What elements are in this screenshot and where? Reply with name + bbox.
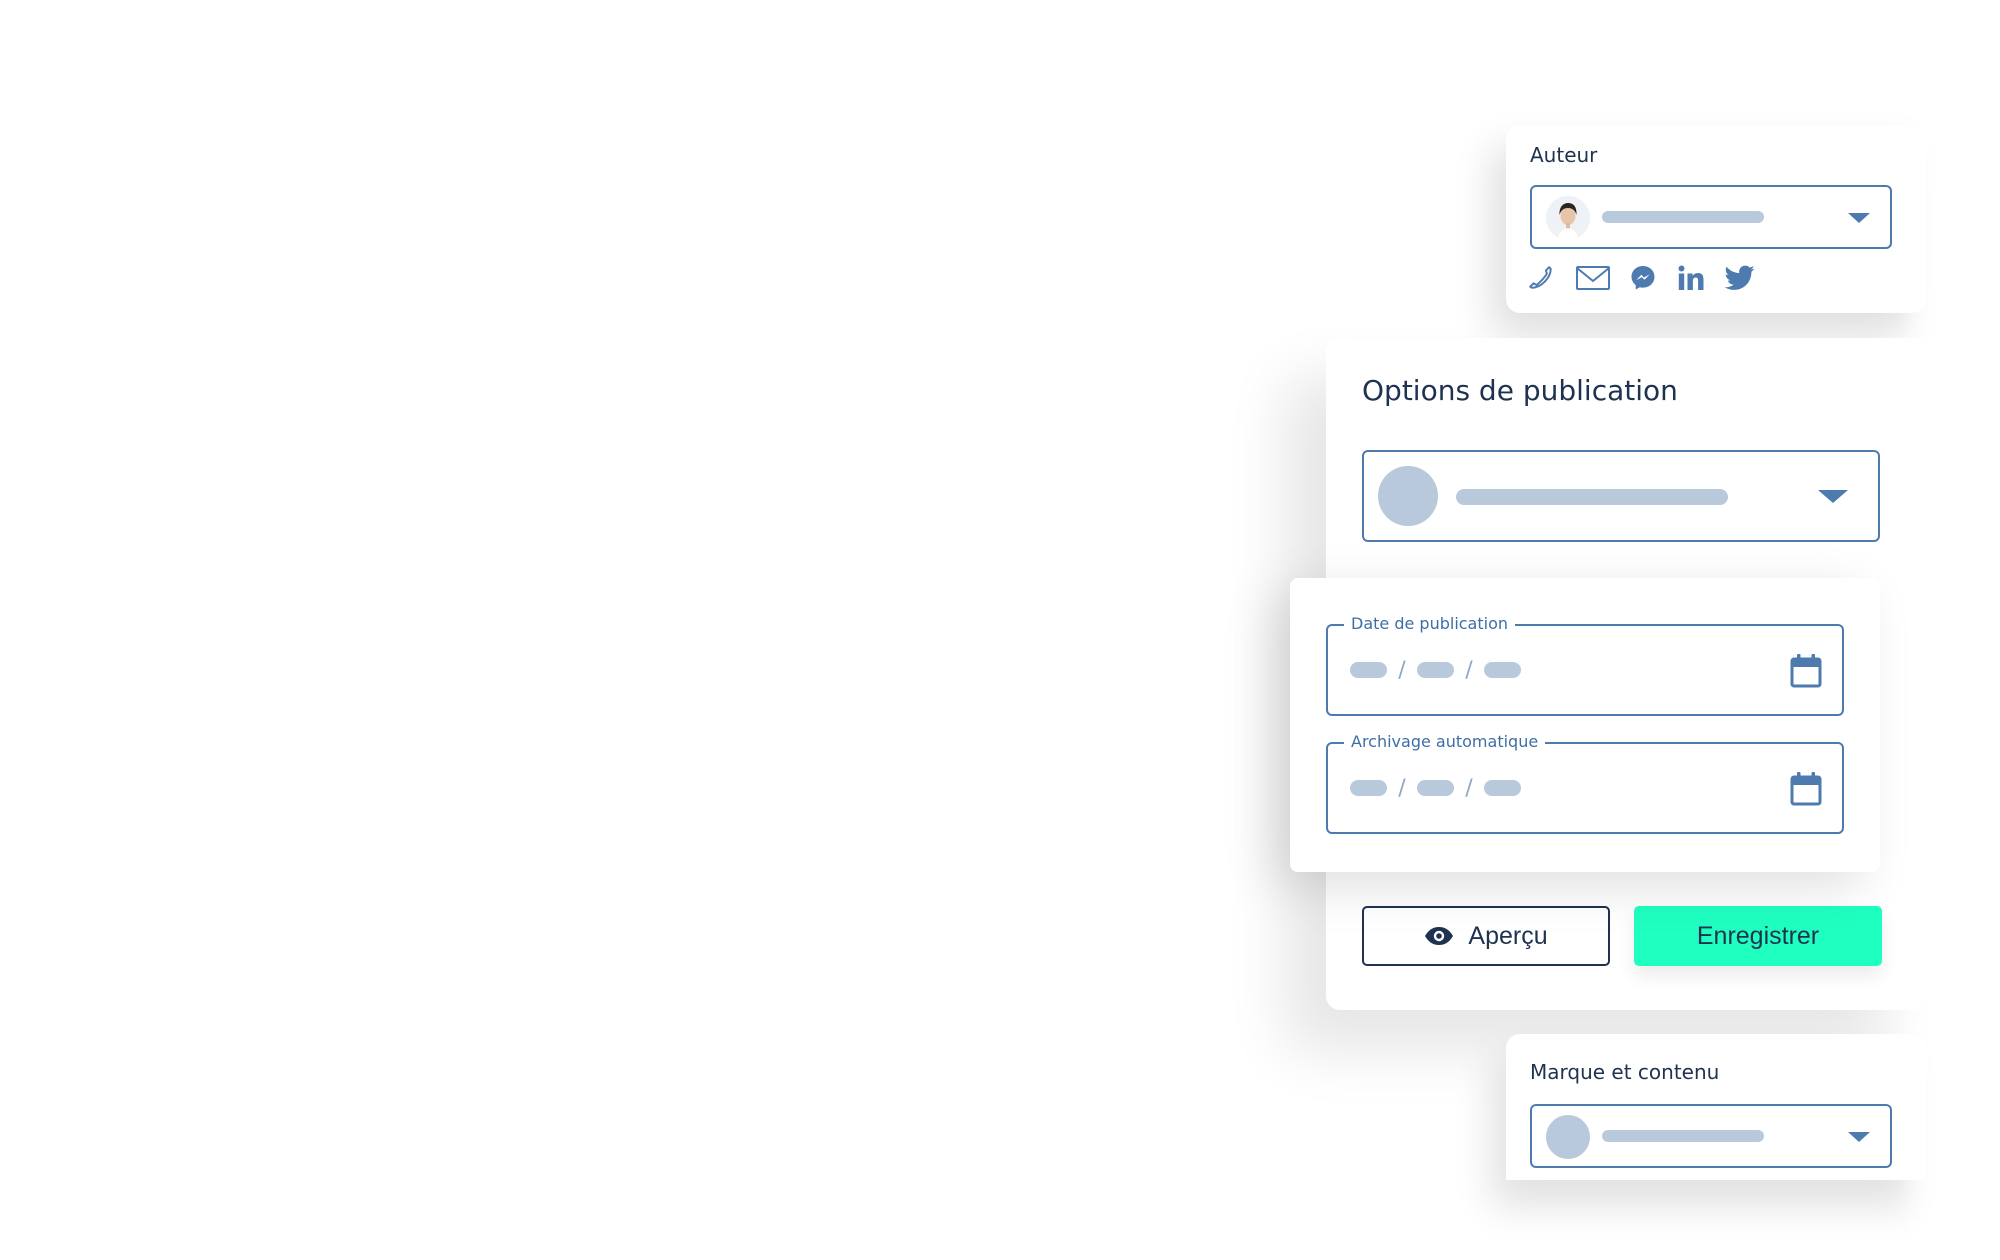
date-separator: / xyxy=(1398,775,1406,801)
edge-fade xyxy=(1900,0,2000,1260)
date-separator: / xyxy=(1398,657,1406,683)
publication-channel-select[interactable] xyxy=(1362,450,1880,542)
author-socials xyxy=(1528,261,1756,295)
channel-avatar-placeholder xyxy=(1378,466,1438,526)
author-name-placeholder xyxy=(1602,211,1764,223)
save-button-label: Enregistrer xyxy=(1696,921,1820,950)
mail-icon[interactable] xyxy=(1576,261,1610,295)
publication-date-field[interactable]: Date de publication / / xyxy=(1326,614,1844,716)
day-placeholder xyxy=(1350,662,1387,678)
save-button[interactable]: Enregistrer xyxy=(1634,906,1882,966)
page-title: Options de publication xyxy=(1362,374,1678,407)
eye-icon xyxy=(1424,926,1454,946)
brand-content-card: Marque et contenu xyxy=(1506,1034,1926,1180)
author-avatar xyxy=(1546,196,1590,240)
day-placeholder xyxy=(1350,780,1387,796)
preview-button-label: Aperçu xyxy=(1468,921,1548,950)
year-placeholder xyxy=(1484,662,1521,678)
date-separator: / xyxy=(1465,657,1473,683)
twitter-icon[interactable] xyxy=(1724,261,1756,295)
auto-archive-label: Archivage automatique xyxy=(1344,732,1546,752)
channel-name-placeholder xyxy=(1456,489,1728,505)
linkedin-icon[interactable] xyxy=(1676,261,1706,295)
messenger-icon[interactable] xyxy=(1628,261,1658,295)
brand-content-select[interactable] xyxy=(1530,1104,1892,1168)
chevron-down-icon xyxy=(1848,1132,1870,1142)
author-label: Auteur xyxy=(1530,143,1598,167)
brand-avatar-placeholder xyxy=(1546,1115,1590,1159)
stage: Auteur Options de publication Date de pu… xyxy=(0,0,2000,1260)
month-placeholder xyxy=(1417,780,1454,796)
date-separator: / xyxy=(1465,775,1473,801)
phone-icon[interactable] xyxy=(1528,261,1558,295)
author-select[interactable] xyxy=(1530,185,1892,249)
chevron-down-icon xyxy=(1818,490,1848,503)
calendar-icon[interactable] xyxy=(1790,772,1822,806)
brand-content-label: Marque et contenu xyxy=(1530,1060,1720,1084)
month-placeholder xyxy=(1417,662,1454,678)
author-card: Auteur xyxy=(1506,125,1926,313)
calendar-icon[interactable] xyxy=(1790,654,1822,688)
auto-archive-field[interactable]: Archivage automatique / / xyxy=(1326,732,1844,834)
chevron-down-icon xyxy=(1848,213,1870,223)
publication-date-label: Date de publication xyxy=(1344,614,1516,634)
publication-date-value: / / xyxy=(1350,657,1521,683)
preview-button[interactable]: Aperçu xyxy=(1362,906,1610,966)
dates-card: Date de publication / / Archivage automa… xyxy=(1290,578,1880,872)
brand-name-placeholder xyxy=(1602,1130,1764,1142)
year-placeholder xyxy=(1484,780,1521,796)
auto-archive-value: / / xyxy=(1350,775,1521,801)
